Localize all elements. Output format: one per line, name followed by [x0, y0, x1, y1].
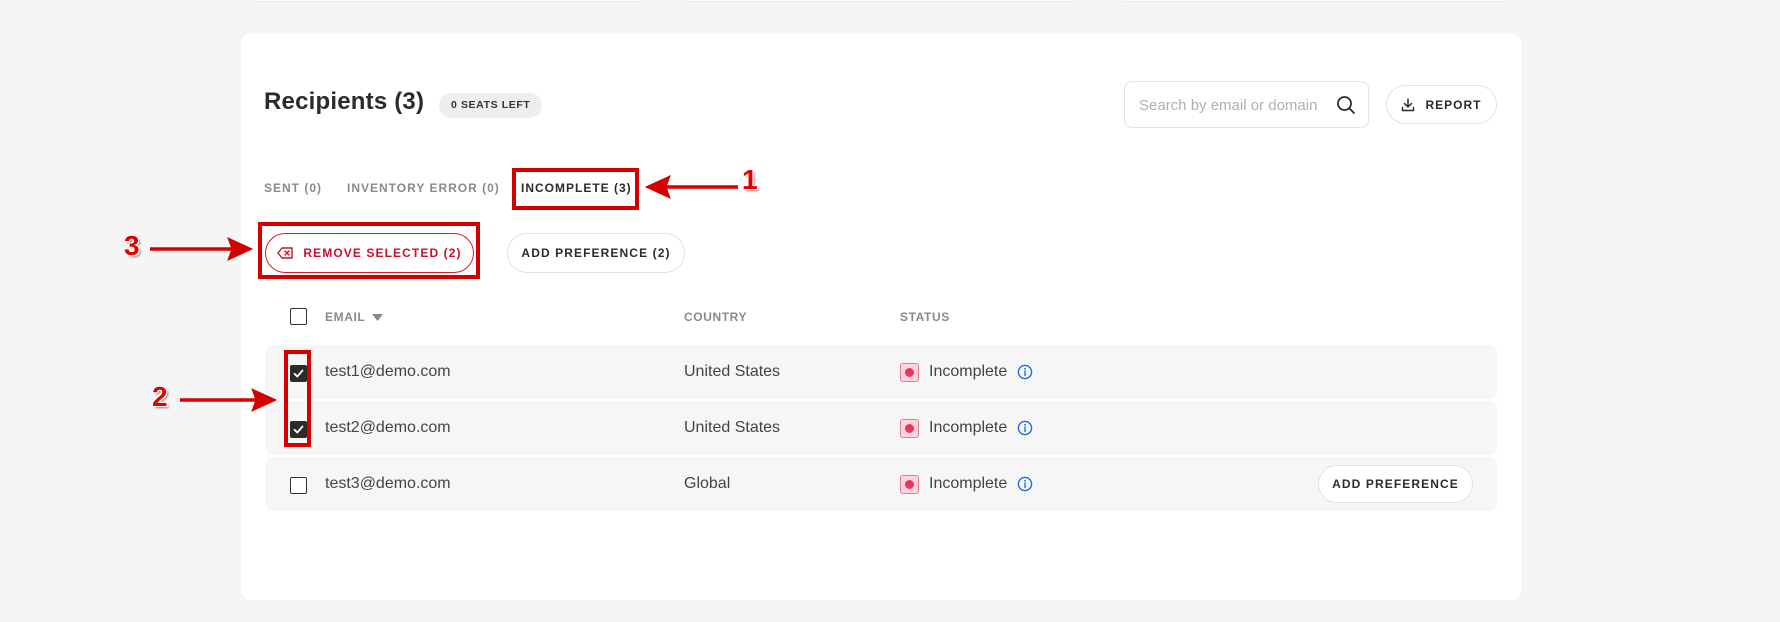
tab-inventory-error[interactable]: INVENTORY ERROR (0) — [347, 181, 500, 195]
tab-sent[interactable]: SENT (0) — [264, 181, 322, 195]
top-card-middle — [685, 0, 1079, 2]
info-icon[interactable] — [1017, 476, 1033, 492]
row-checkbox[interactable] — [290, 477, 307, 494]
annotation-box-checkboxes — [284, 350, 311, 447]
column-email-label: EMAIL — [325, 310, 366, 324]
row-country: United States — [684, 363, 781, 380]
column-header-status: STATUS — [900, 310, 950, 324]
sort-down-icon — [372, 313, 384, 321]
column-header-country: COUNTRY — [684, 310, 748, 324]
row-status: Incomplete — [929, 363, 1008, 380]
status-indicator — [900, 475, 919, 494]
row-status: Incomplete — [929, 475, 1008, 492]
page-title: Recipients (3) — [264, 88, 425, 115]
status-indicator — [900, 419, 919, 438]
annotation-number-1: 1 — [742, 164, 758, 195]
seats-left-badge: 0 SEATS LEFT — [439, 93, 543, 118]
status-indicator — [900, 363, 919, 382]
row-country: Global — [684, 475, 731, 492]
top-card-right — [1118, 0, 1512, 2]
top-card-left — [249, 0, 643, 2]
search-box[interactable] — [1124, 81, 1369, 129]
row-email: test3@demo.com — [325, 475, 451, 492]
info-icon[interactable] — [1017, 420, 1033, 436]
row-email: test1@demo.com — [325, 363, 451, 380]
annotation-box-incomplete-tab — [512, 168, 639, 210]
search-icon[interactable] — [1336, 95, 1356, 115]
search-input[interactable] — [1137, 82, 1331, 129]
row-add-preference-button[interactable]: ADD PREFERENCE — [1318, 465, 1473, 503]
annotation-number-2: 2 — [152, 381, 168, 412]
select-all-checkbox[interactable] — [290, 308, 307, 325]
download-icon — [1402, 97, 1415, 111]
annotation-box-remove-button — [258, 222, 480, 279]
row-country: United States — [684, 419, 781, 436]
row-email: test2@demo.com — [325, 419, 451, 436]
info-icon[interactable] — [1017, 364, 1033, 380]
row-status: Incomplete — [929, 419, 1008, 436]
add-preference-bulk-button[interactable]: ADD PREFERENCE (2) — [507, 233, 685, 273]
report-label: REPORT — [1425, 97, 1482, 112]
report-button[interactable]: REPORT — [1386, 85, 1497, 124]
annotation-number-3: 3 — [124, 230, 140, 261]
column-header-email[interactable]: EMAIL — [325, 310, 384, 324]
